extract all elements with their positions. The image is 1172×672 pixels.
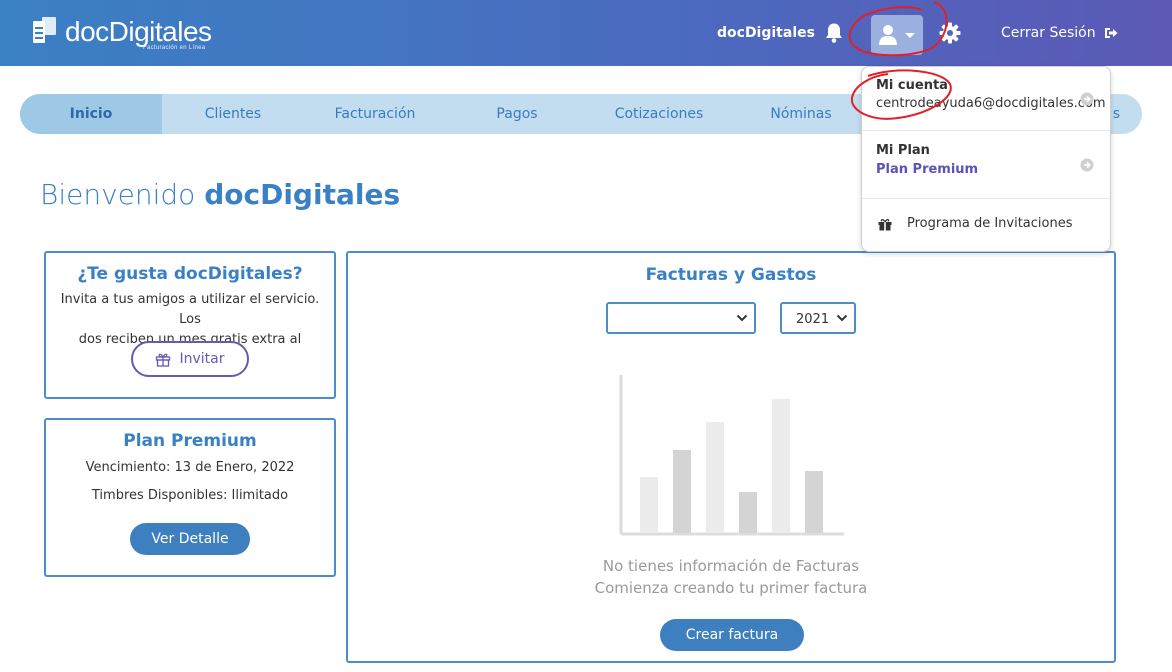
plan-detail-button[interactable]: Ver Detalle: [130, 523, 250, 555]
account-email: centrodeayuda6@docdigitales.com: [876, 96, 1106, 111]
user-dropdown-menu: Mi cuenta centrodeayuda6@docdigitales.co…: [861, 66, 1111, 252]
chevron-down-icon: [836, 314, 848, 322]
year-select[interactable]: 2021: [780, 302, 856, 334]
empty-hint: Comienza creando tu primer factura: [594, 579, 868, 597]
company-name[interactable]: docDigitales: [717, 25, 815, 41]
plan-label: Mi Plan: [876, 143, 930, 158]
logout-icon: [1104, 28, 1118, 38]
nav-item-facturacion[interactable]: Facturación: [304, 94, 446, 134]
nav-item-pagos[interactable]: Pagos: [446, 94, 588, 134]
dropdown-item-invites[interactable]: Programa de Invitaciones: [907, 216, 1073, 231]
bell-icon[interactable]: [824, 22, 844, 44]
top-header: docDigitales Facturación en Línea docDig…: [0, 0, 1172, 66]
logo-text: docDigitales: [65, 16, 212, 47]
logo-subtitle: Facturación en Línea: [143, 45, 206, 51]
invite-button-label: Invitar: [179, 351, 225, 367]
gear-icon[interactable]: [939, 22, 961, 48]
plan-card: Plan Premium Vencimiento: 13 de Enero, 2…: [44, 418, 336, 577]
invite-button[interactable]: Invitar: [131, 341, 249, 377]
dropdown-item-account[interactable]: Mi cuenta centrodeayuda6@docdigitales.co…: [862, 67, 1110, 131]
nav-item-cotizaciones[interactable]: Cotizaciones: [588, 94, 730, 134]
plan-value: Plan Premium: [876, 162, 979, 177]
logo[interactable]: docDigitales Facturación en Línea: [33, 15, 212, 53]
chevron-down-icon: [736, 314, 748, 322]
gift-icon: [156, 353, 171, 367]
month-select[interactable]: [606, 302, 756, 334]
invoices-expenses-card: Facturas y Gastos 2021 No tienes informa…: [346, 251, 1116, 663]
user-menu-button[interactable]: [871, 15, 923, 55]
user-icon: [879, 25, 915, 45]
logout-label: Cerrar Sesión: [1001, 25, 1096, 41]
logo-icon: [33, 15, 61, 47]
plan-card-title: Plan Premium: [123, 431, 257, 451]
nav-item-inicio[interactable]: Inicio: [20, 94, 162, 134]
gift-icon: [878, 219, 892, 231]
arrow-right-circle-icon: [1080, 92, 1094, 106]
dropdown-item-plan[interactable]: Mi Plan Plan Premium: [862, 131, 1110, 199]
plan-expiry: Vencimiento: 13 de Enero, 2022: [85, 460, 295, 475]
chart-card-title: Facturas y Gastos: [645, 265, 817, 285]
nav-item-clientes[interactable]: Clientes: [162, 94, 304, 134]
account-title: Mi cuenta: [876, 78, 948, 93]
logout-button[interactable]: Cerrar Sesión: [1001, 25, 1118, 41]
nav-item-nominas[interactable]: Nóminas: [730, 94, 872, 134]
arrow-right-circle-icon: [1080, 158, 1094, 172]
empty-chart-illustration: [619, 375, 844, 536]
empty-message: No tienes información de Facturas: [602, 557, 860, 575]
plan-stamps: Timbres Disponibles: Ilimitado: [91, 488, 289, 503]
invite-card: ¿Te gusta docDigitales? Invita a tus ami…: [44, 251, 336, 399]
invite-card-title: ¿Te gusta docDigitales?: [77, 264, 303, 284]
page-title: Bienvenido docDigitales: [40, 178, 401, 211]
create-invoice-button[interactable]: Crear factura: [660, 619, 804, 651]
